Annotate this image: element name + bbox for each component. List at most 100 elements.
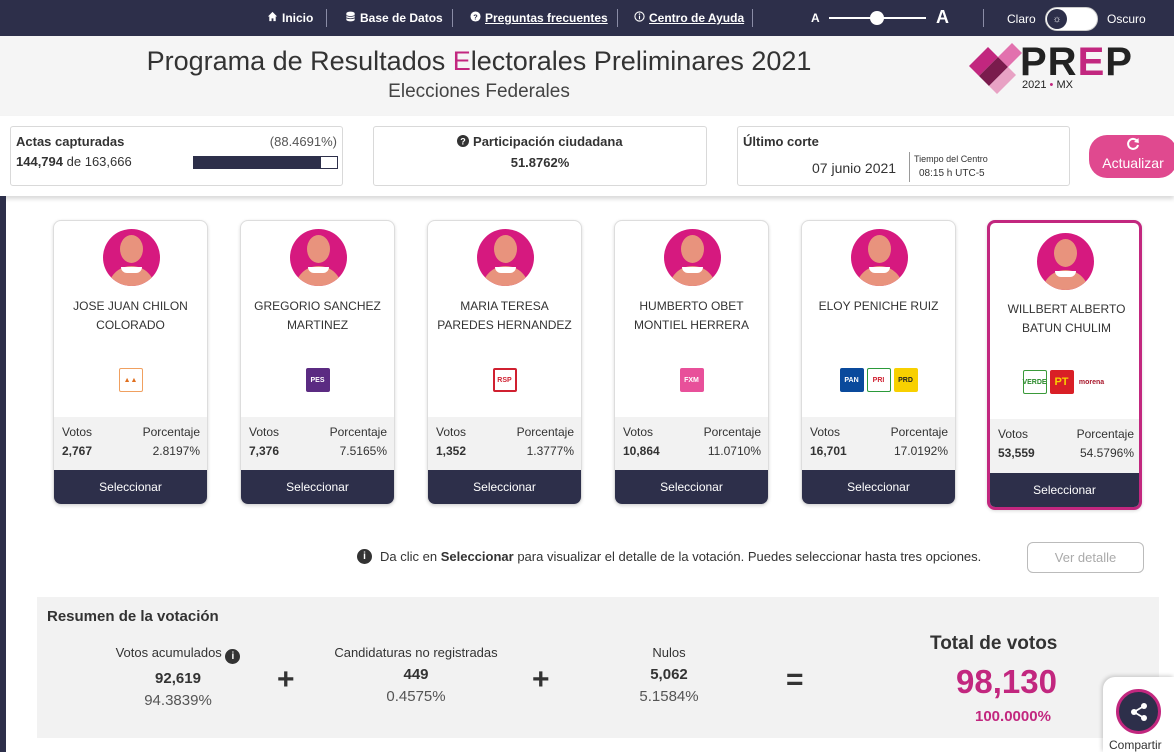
database-icon xyxy=(345,11,356,25)
candidate-name: JOSE JUAN CHILON COLORADO xyxy=(73,299,188,332)
corte-time: 08:15 h UTC-5 xyxy=(919,168,985,179)
votos-value: 2,767 xyxy=(62,444,93,458)
party-logo-icon: RSP xyxy=(492,368,517,392)
page-header: Programa de Resultados Electorales Preli… xyxy=(0,36,1174,116)
seleccionar-button[interactable]: Seleccionar xyxy=(241,470,394,504)
candidate-name: HUMBERTO OBET MONTIEL HERRERA xyxy=(634,299,749,332)
avatar-icon xyxy=(103,229,160,286)
acumulados-label-row: Votos acumulados i xyxy=(83,645,273,664)
ver-detalle-button[interactable]: Ver detalle xyxy=(1027,542,1144,573)
question-circle-icon[interactable]: ? xyxy=(457,134,470,149)
share-widget[interactable]: Compartir xyxy=(1103,677,1174,752)
nav-ayuda-link[interactable]: Centro de Ayuda xyxy=(634,11,744,25)
votos-label: Votos xyxy=(249,425,280,439)
party-logos: RSP xyxy=(428,368,581,392)
nav-divider xyxy=(617,9,618,27)
logo-mx-text: MX xyxy=(1056,79,1073,91)
votos-value: 10,864 xyxy=(623,444,660,458)
equals-sign: = xyxy=(786,663,804,696)
votos-label: Votos xyxy=(998,427,1029,441)
font-size-slider-knob[interactable] xyxy=(870,11,884,25)
porcentaje-value: 2.8197% xyxy=(152,444,200,458)
seleccionar-button[interactable]: Seleccionar xyxy=(802,470,955,504)
nulos-value: 5,062 xyxy=(650,666,688,683)
porcentaje-label: Porcentaje xyxy=(142,425,200,439)
party-logos: PES xyxy=(241,368,394,392)
acumulados-percent: 94.3839% xyxy=(144,692,212,709)
party-logos: PAN PRI PRD xyxy=(802,368,955,392)
hint-post: para visualizar el detalle de la votació… xyxy=(517,549,982,564)
avatar-icon xyxy=(477,229,534,286)
votos-label: Votos xyxy=(62,425,93,439)
nav-inicio-label: Inicio xyxy=(282,11,314,25)
theme-toggle[interactable]: ☼ xyxy=(1045,7,1098,31)
candidate-name: ELOY PENICHE RUIZ xyxy=(818,299,939,313)
info-icon xyxy=(634,11,645,25)
porcentaje-value: 1.3777% xyxy=(526,444,574,458)
corte-title: Último corte xyxy=(743,134,819,149)
info-circle-icon: i xyxy=(357,549,372,564)
no-registradas-column: Candidaturas no registradas 449 0.4575% xyxy=(316,645,516,705)
total-value: 98,130 xyxy=(956,663,1057,700)
title-e-accent: E xyxy=(452,46,471,76)
actualizar-label: Actualizar xyxy=(1102,155,1164,171)
party-logo-icon: PES xyxy=(305,368,330,392)
candidate-card: MARIA TERESA PAREDES HERNANDEZ RSP Votos… xyxy=(427,220,582,505)
porcentaje-value: 11.0710% xyxy=(707,444,761,458)
logo-letters: P xyxy=(1105,40,1133,84)
party-logo-icon: PT xyxy=(1049,370,1074,394)
nav-base-datos-label: Base de Datos xyxy=(360,11,443,25)
nulos-label: Nulos xyxy=(652,645,686,660)
actualizar-button[interactable]: Actualizar xyxy=(1089,135,1174,178)
candidate-name: MARIA TERESA PAREDES HERNANDEZ xyxy=(437,299,572,332)
plus-sign: + xyxy=(532,663,550,696)
summary-title: Resumen de la votación xyxy=(47,608,219,625)
party-logo-icon: ▲▲ xyxy=(118,368,143,392)
nav-inicio-link[interactable]: Inicio xyxy=(267,11,313,25)
seleccionar-button[interactable]: Seleccionar xyxy=(428,470,581,504)
porcentaje-label: Porcentaje xyxy=(329,425,387,439)
corte-date: 07 junio 2021 xyxy=(812,160,897,176)
actas-count: 144,794 de 163,666 xyxy=(16,154,132,169)
vote-summary: Resumen de la votación Votos acumulados … xyxy=(37,597,1159,738)
plus-sign: + xyxy=(277,663,295,696)
title-part: Programa de Resultados xyxy=(146,46,453,76)
page-title: Programa de Resultados Electorales Preli… xyxy=(0,46,958,77)
actas-title: Actas capturadas xyxy=(16,134,125,149)
candidate-card: JOSE JUAN CHILON COLORADO ▲▲ Votos Porce… xyxy=(53,220,208,505)
votos-label: Votos xyxy=(623,425,654,439)
nav-base-datos-link[interactable]: Base de Datos xyxy=(345,11,443,25)
seleccionar-button[interactable]: Seleccionar xyxy=(54,470,207,504)
party-logo-icon: FXM xyxy=(679,368,704,392)
info-circle-icon[interactable]: i xyxy=(225,649,241,664)
avatar-icon xyxy=(851,229,908,286)
page-subtitle: Elecciones Federales xyxy=(388,81,570,102)
svg-text:?: ? xyxy=(461,137,467,147)
theme-oscuro-label: Oscuro xyxy=(1107,12,1146,26)
seleccionar-button[interactable]: Seleccionar xyxy=(990,473,1139,507)
party-logo-icon: VERDE xyxy=(1022,370,1047,394)
refresh-icon xyxy=(1089,137,1174,155)
actas-de: de xyxy=(66,154,82,169)
share-icon[interactable] xyxy=(1116,689,1161,734)
title-part: lectorales Preliminares 2021 xyxy=(470,46,812,76)
actas-total: 163,666 xyxy=(84,154,132,169)
acumulados-value: 92,619 xyxy=(155,670,201,687)
votos-label: Votos xyxy=(436,425,467,439)
nav-preguntas-link[interactable]: ? Preguntas frecuentes xyxy=(470,11,608,25)
votos-value: 7,376 xyxy=(249,444,280,458)
seleccionar-button[interactable]: Seleccionar xyxy=(615,470,768,504)
corte-timezone: Tiempo del Centro xyxy=(914,154,988,164)
avatar-icon xyxy=(1037,233,1094,290)
porcentaje-label: Porcentaje xyxy=(516,425,574,439)
top-nav: Inicio Base de Datos ? Preguntas frecuen… xyxy=(0,0,1174,36)
logo-year-text: 2021 xyxy=(1022,79,1047,91)
porcentaje-value: 17.0192% xyxy=(893,444,948,458)
prep-logo-year: 2021 • MX xyxy=(1022,79,1073,91)
porcentaje-value: 7.5165% xyxy=(339,444,387,458)
noreg-value: 449 xyxy=(403,666,429,683)
porcentaje-label: Porcentaje xyxy=(1076,427,1134,441)
party-logo-icon: PRD xyxy=(893,368,918,392)
noreg-percent: 0.4575% xyxy=(386,688,446,705)
candidate-card-selected: WILLBERT ALBERTO BATUN CHULIM VERDE PT m… xyxy=(987,220,1142,510)
